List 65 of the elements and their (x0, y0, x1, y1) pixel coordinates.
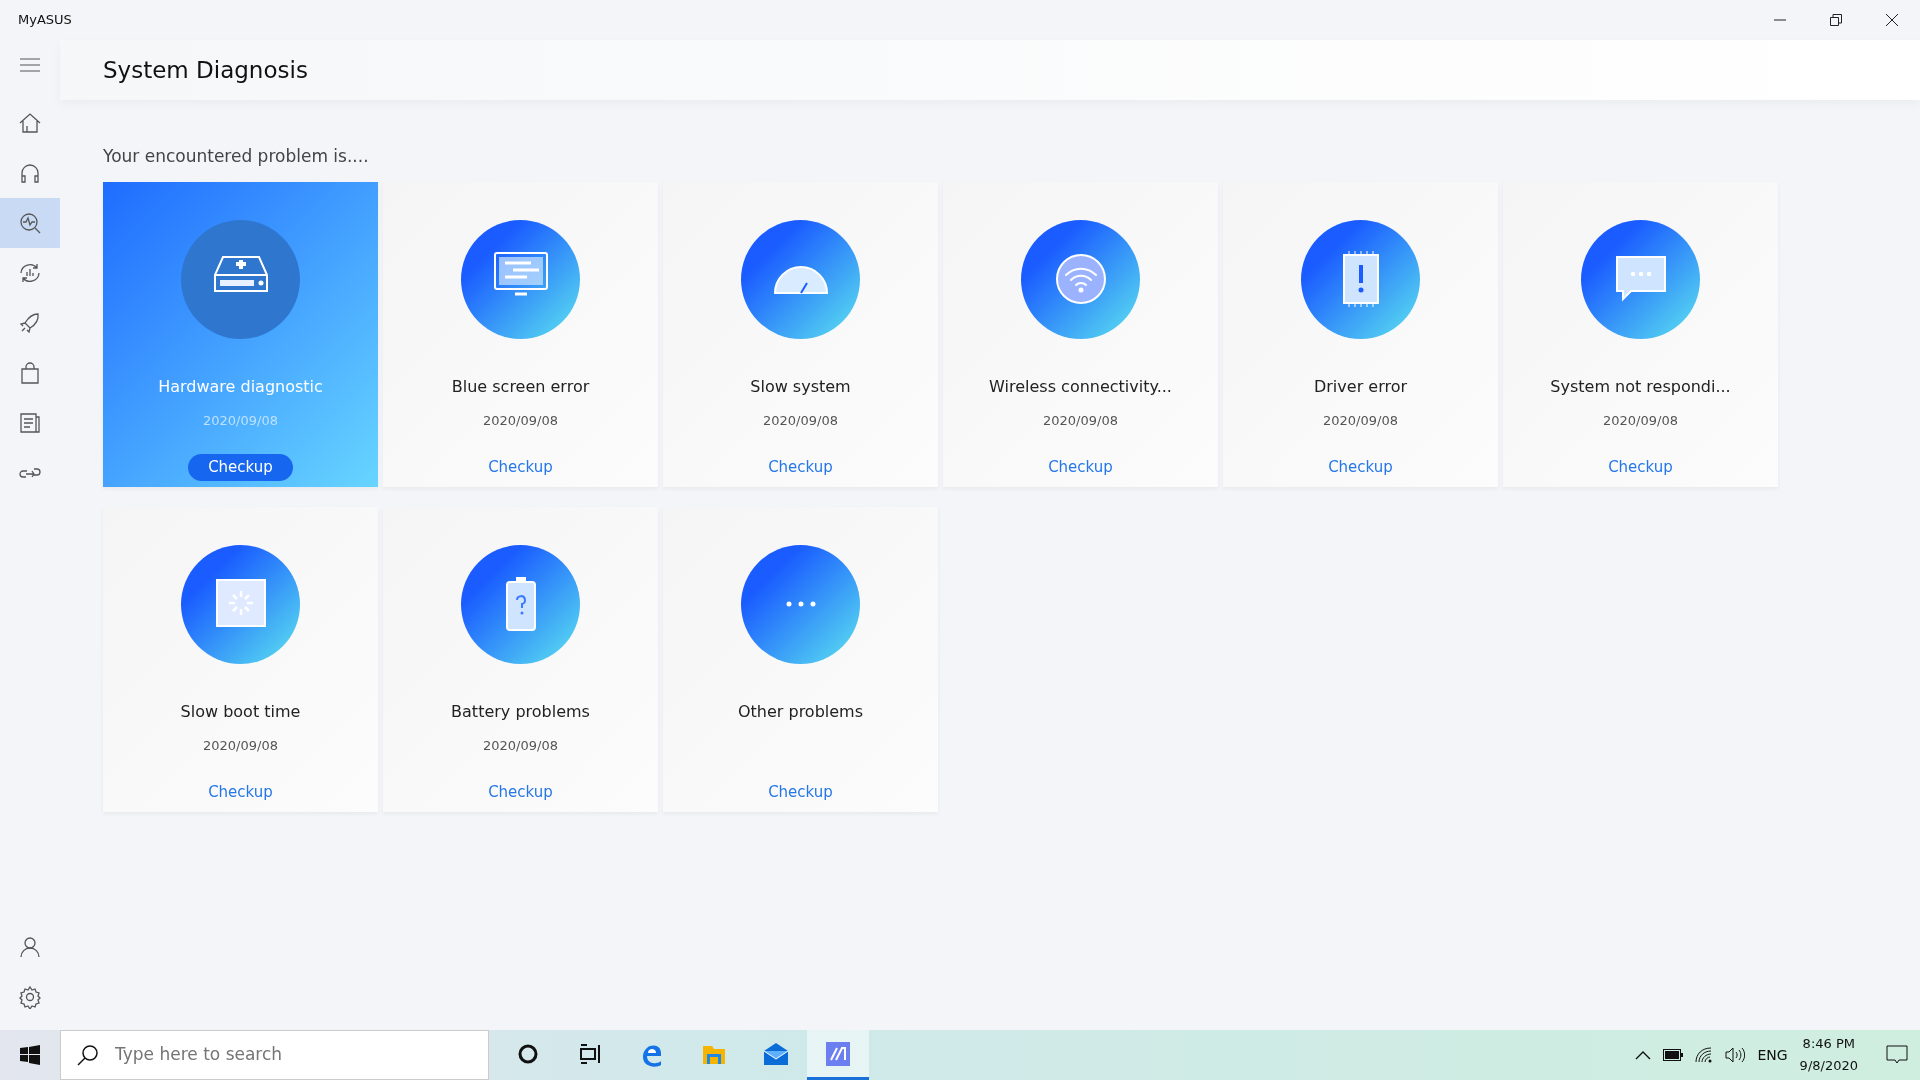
speaker-icon[interactable] (1725, 1047, 1746, 1063)
problem-title: Wireless connectivity... (989, 375, 1172, 398)
menu-icon (20, 58, 40, 72)
restore-icon (1830, 14, 1842, 26)
problem-card[interactable]: Blue screen error 2020/09/08 Checkup (383, 181, 658, 487)
prompt-text: Your encountered problem is.... (103, 145, 370, 168)
checkup-button[interactable]: Checkup (1308, 454, 1413, 481)
search-input[interactable]: Type here to search (113, 1041, 453, 1069)
problem-card[interactable]: Slow system 2020/09/08 Checkup (663, 181, 938, 487)
problem-card[interactable]: Battery problems 2020/09/08 Checkup (383, 506, 658, 812)
checkup-button[interactable]: Checkup (1588, 454, 1693, 481)
search-icon (77, 1044, 99, 1066)
problem-title: Battery problems (451, 700, 590, 723)
problem-title: Slow system (750, 375, 851, 398)
chevron-up-icon[interactable] (1635, 1050, 1652, 1060)
envelope-icon (763, 1040, 789, 1067)
problem-date: 2020/09/08 (203, 736, 278, 755)
checkup-button[interactable]: Checkup (468, 454, 573, 481)
problem-card[interactable]: Slow boot time 2020/09/08 Checkup (103, 506, 378, 812)
diagnosis-icon (18, 211, 42, 235)
language-indicator[interactable]: ENG (1757, 1044, 1788, 1066)
search-field[interactable]: Type here to search (60, 1030, 489, 1080)
ellipsis-icon (785, 601, 816, 607)
problem-card[interactable]: Wireless connectivity... 2020/09/08 Checkup (943, 181, 1218, 487)
problem-date: 2020/09/08 (763, 411, 838, 430)
home-icon (18, 111, 42, 135)
problem-date: 2020/09/08 (483, 736, 558, 755)
problem-date: 2020/09/08 (483, 411, 558, 430)
problem-title: Driver error (1313, 375, 1408, 398)
clock[interactable]: 8:46 PM 9/8/2020 (1799, 1033, 1858, 1077)
checkup-button[interactable]: Checkup (468, 779, 573, 806)
problem-card[interactable]: System not respondi... 2020/09/08 Checkup (1503, 181, 1778, 487)
problem-title: Blue screen error (451, 375, 590, 398)
page-title: System Diagnosis (103, 55, 308, 85)
user-icon (18, 935, 42, 959)
headset-icon (18, 161, 42, 185)
shopping-bag-icon (18, 361, 42, 385)
notification-icon[interactable] (1886, 1045, 1908, 1065)
wifi-icon[interactable] (1695, 1047, 1714, 1063)
problem-date: 2020/09/08 (1603, 411, 1678, 430)
problem-card[interactable]: Hardware diagnostic 2020/09/08 Checkup (103, 181, 378, 487)
battery-icon[interactable] (1663, 1049, 1684, 1061)
document-icon (18, 411, 42, 435)
checkup-button[interactable]: Checkup (188, 779, 293, 806)
problem-title: Hardware diagnostic (158, 375, 323, 398)
problem-title: System not respondi... (1550, 375, 1731, 398)
sidebar-item[interactable] (0, 198, 60, 248)
rocket-icon (18, 311, 42, 335)
problem-card[interactable]: Driver error 2020/09/08 Checkup (1223, 181, 1498, 487)
checkup-button[interactable]: Checkup (188, 454, 293, 481)
problem-date: 2020/09/08 (1043, 411, 1118, 430)
checkup-button[interactable]: Checkup (1028, 454, 1133, 481)
refresh-chart-icon (18, 261, 42, 285)
problem-title: Slow boot time (180, 700, 301, 723)
settings-icon (18, 985, 42, 1009)
windows-logo-icon (20, 1045, 40, 1065)
problem-title: Other problems (737, 700, 864, 723)
checkup-button[interactable]: Checkup (748, 454, 853, 481)
checkup-button[interactable]: Checkup (748, 779, 853, 806)
problem-date: 2020/09/08 (1323, 411, 1398, 430)
window-title: MyASUS (18, 11, 72, 30)
problem-date: 2020/09/08 (203, 411, 278, 430)
app-logo-icon (825, 1040, 851, 1067)
close-icon (1886, 14, 1898, 26)
problem-card[interactable]: Other problems Checkup (663, 506, 938, 812)
